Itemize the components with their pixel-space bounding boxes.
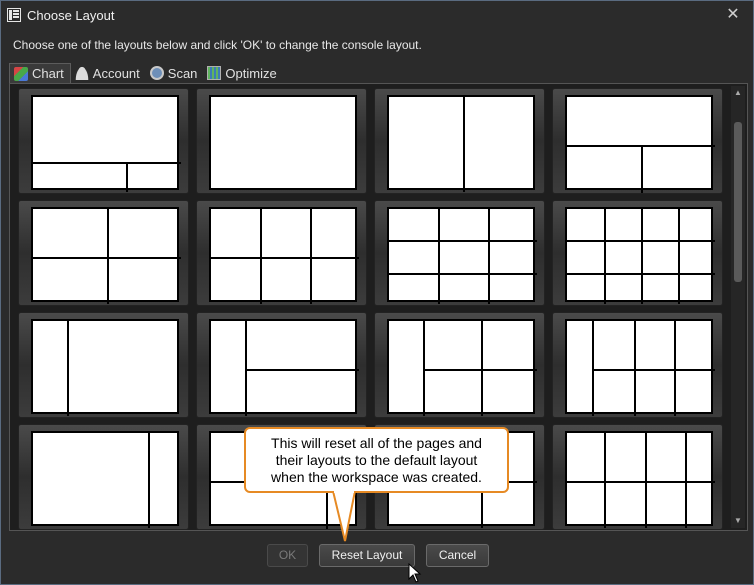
tooltip-pointer	[331, 491, 357, 542]
layout-thumbnail	[387, 319, 537, 416]
layout-divider	[604, 209, 606, 304]
layout-divider	[641, 209, 643, 304]
tab-optimize[interactable]: Optimize	[203, 63, 282, 83]
tab-account[interactable]: Account	[71, 63, 146, 83]
layout-thumbnail	[31, 207, 181, 304]
layout-divider	[33, 162, 181, 164]
tab-label: Account	[92, 65, 140, 81]
layout-tabs: Chart Account Scan Optimize	[9, 63, 283, 83]
scroll-up-arrow-icon[interactable]: ▲	[733, 88, 743, 98]
layout-divider	[463, 97, 465, 192]
layout-thumbnail	[565, 319, 715, 416]
layout-divider	[211, 257, 359, 259]
layout-divider	[126, 162, 128, 192]
choose-layout-dialog: Choose Layout ✕ Choose one of the layout…	[0, 0, 754, 585]
tab-chart[interactable]: Chart	[9, 63, 71, 83]
layout-option[interactable]	[18, 200, 189, 306]
tab-label: Scan	[167, 65, 198, 81]
layout-divider	[67, 321, 69, 416]
cancel-button[interactable]: Cancel	[426, 544, 489, 567]
layout-thumbnail	[387, 207, 537, 304]
chart-icon	[14, 66, 28, 81]
tooltip-line-2: their layouts to the default layout	[275, 452, 478, 468]
tooltip-line-1: This will reset all of the pages and	[271, 435, 482, 451]
layout-thumbnail	[31, 319, 179, 416]
tooltip-line-3: when the workspace was created.	[271, 469, 482, 485]
vertical-scrollbar[interactable]: ▲ ▼	[731, 86, 745, 528]
tab-label: Optimize	[225, 65, 277, 81]
optimize-icon	[207, 66, 222, 80]
layout-option[interactable]	[374, 312, 545, 418]
ok-button[interactable]: OK	[267, 544, 308, 567]
layout-thumbnail	[209, 319, 359, 416]
layout-option[interactable]	[552, 88, 723, 194]
layout-thumbnail	[565, 431, 715, 528]
layout-option[interactable]	[18, 88, 189, 194]
layout-option[interactable]	[18, 312, 189, 418]
layout-thumbnail	[565, 207, 715, 304]
reset-layout-tooltip: This will reset all of the pages and the…	[244, 427, 509, 493]
layout-divider	[245, 369, 359, 371]
layout-thumbnail	[387, 95, 535, 192]
scroll-thumb[interactable]	[734, 122, 742, 282]
layout-divider	[567, 273, 715, 275]
layout-icon	[7, 8, 21, 22]
layout-divider	[592, 369, 715, 371]
layout-option[interactable]	[18, 424, 189, 530]
layout-option[interactable]	[552, 312, 723, 418]
layout-divider	[567, 240, 715, 242]
layout-divider	[488, 209, 490, 304]
layout-divider	[423, 369, 537, 371]
scan-icon	[149, 66, 164, 80]
layout-divider	[33, 257, 181, 259]
dialog-title: Choose Layout	[27, 7, 115, 23]
layout-thumbnail	[565, 95, 715, 193]
tab-label: Chart	[32, 66, 64, 81]
layout-divider	[438, 209, 440, 304]
layout-option[interactable]	[196, 312, 367, 418]
tab-scan[interactable]: Scan	[146, 63, 204, 83]
layout-thumbnail	[209, 95, 357, 190]
scroll-down-arrow-icon[interactable]: ▼	[733, 516, 743, 526]
layout-option[interactable]	[374, 88, 545, 194]
layout-option[interactable]	[196, 200, 367, 306]
instruction-text: Choose one of the layouts below and clic…	[13, 38, 422, 52]
layout-divider	[148, 433, 150, 528]
layout-option[interactable]	[374, 200, 545, 306]
close-button[interactable]: ✕	[723, 5, 743, 25]
layout-option[interactable]	[552, 424, 723, 530]
layout-divider	[641, 145, 643, 193]
layout-divider	[678, 209, 680, 304]
layout-divider	[567, 481, 715, 483]
layout-option[interactable]	[552, 200, 723, 306]
account-icon	[74, 66, 89, 80]
reset-layout-button[interactable]: Reset Layout	[319, 544, 415, 567]
layout-thumbnail	[209, 207, 359, 304]
layout-thumbnail	[31, 431, 179, 528]
layout-divider	[389, 273, 537, 275]
mouse-cursor-icon	[408, 563, 422, 583]
title-bar: Choose Layout ✕	[1, 1, 753, 29]
layout-option[interactable]	[196, 88, 367, 194]
layout-thumbnail	[31, 95, 181, 192]
layout-divider	[389, 240, 537, 242]
